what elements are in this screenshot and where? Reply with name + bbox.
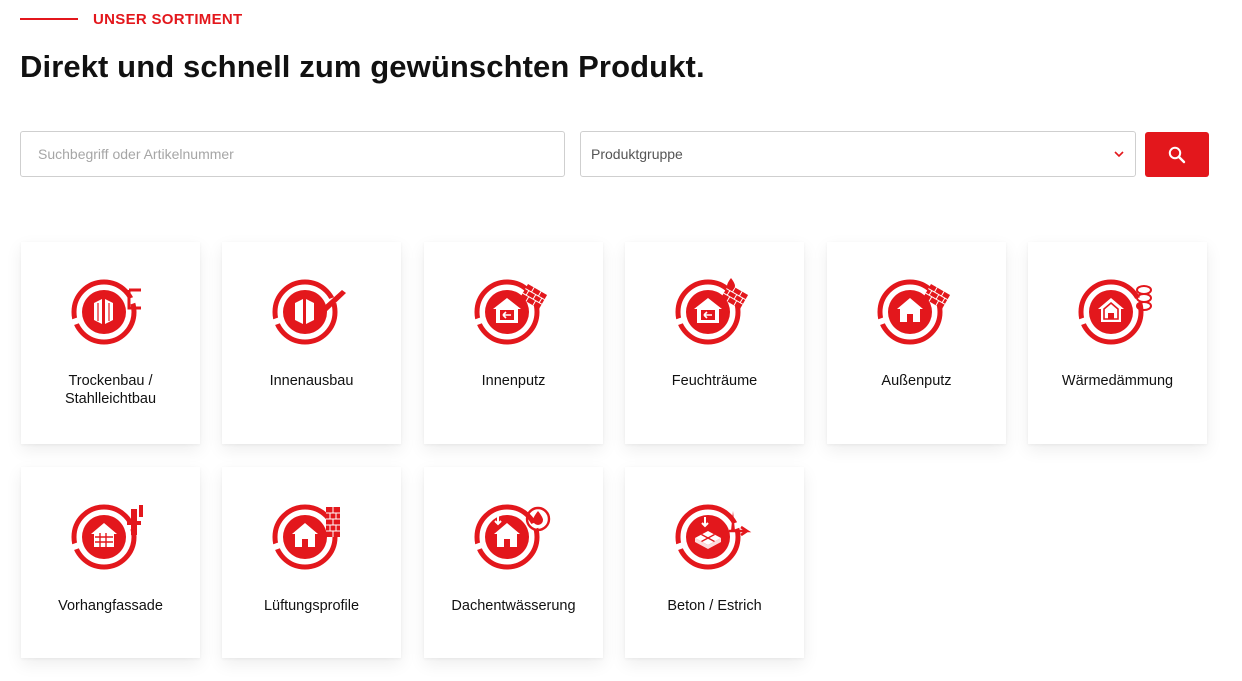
search-input[interactable]	[20, 131, 565, 177]
category-card-lueftungsprofile[interactable]: Lüftungsprofile	[222, 467, 401, 658]
exterior-plaster-icon	[877, 278, 957, 350]
thermal-insulation-icon	[1078, 278, 1158, 350]
category-label: Wärmedämmung	[1061, 373, 1174, 389]
eyebrow-line	[20, 18, 78, 20]
category-label: Vorhangfassade	[58, 598, 163, 614]
category-card-dachentwaesserung[interactable]: Dachentwässerung	[424, 467, 603, 658]
category-card-waermedaemmung[interactable]: Wärmedämmung	[1028, 242, 1207, 444]
search-button[interactable]	[1145, 132, 1209, 177]
category-label: Lüftungsprofile	[263, 598, 360, 614]
search-icon	[1168, 146, 1186, 164]
category-card-trockenbau[interactable]: Trockenbau / Stahlleichtbau	[21, 242, 200, 444]
category-card-innenausbau[interactable]: Innenausbau	[222, 242, 401, 444]
product-group-value: Produktgruppe	[591, 146, 683, 162]
category-card-vorhangfassade[interactable]: Vorhangfassade	[21, 467, 200, 658]
category-label: Innenausbau	[269, 373, 354, 389]
category-label: Dachentwässerung	[451, 598, 576, 614]
category-card-aussenputz[interactable]: Außenputz	[827, 242, 1006, 444]
curtain-facade-icon	[71, 503, 151, 575]
category-card-innenputz[interactable]: Innenputz	[424, 242, 603, 444]
category-label: Feuchträume	[671, 373, 758, 389]
roof-drainage-icon	[474, 503, 554, 575]
category-label: Trockenbau / Stahlleichtbau	[64, 373, 157, 407]
section-eyebrow: UNSER SORTIMENT	[20, 8, 243, 30]
category-card-beton-estrich[interactable]: Beton / Estrich	[625, 467, 804, 658]
category-label: Beton / Estrich	[667, 598, 762, 614]
interior-construction-icon	[272, 278, 352, 350]
category-label: Innenputz	[481, 373, 546, 389]
category-card-feuchtraeume[interactable]: Feuchträume	[625, 242, 804, 444]
chevron-down-icon	[1113, 148, 1125, 160]
interior-plaster-icon	[474, 278, 554, 350]
drywall-icon	[71, 278, 151, 350]
eyebrow-text: UNSER SORTIMENT	[93, 10, 243, 28]
product-group-select[interactable]: Produktgruppe	[580, 131, 1136, 177]
page-title: Direkt und schnell zum gewünschten Produ…	[20, 49, 705, 84]
ventilation-profiles-icon	[272, 503, 352, 575]
concrete-screed-icon	[675, 503, 755, 575]
wet-rooms-icon	[675, 278, 755, 350]
category-label: Außenputz	[881, 373, 952, 389]
